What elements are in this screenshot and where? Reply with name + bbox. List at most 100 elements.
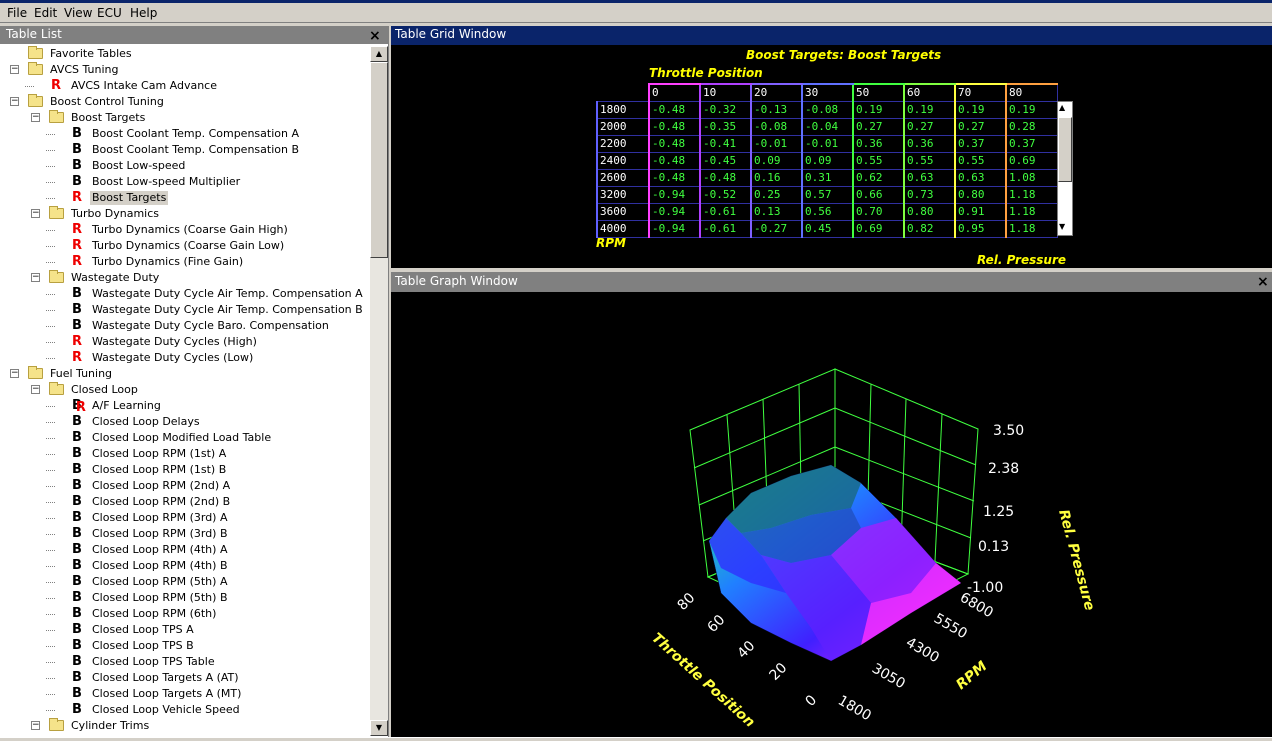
tree-item[interactable]: B Boost Coolant Temp. Compensation B (0, 142, 370, 158)
tree-item-label[interactable]: Wastegate Duty Cycle Baro. Compensation (90, 319, 331, 333)
collapse-icon[interactable]: − (31, 273, 40, 282)
tree-item-label[interactable]: Closed Loop RPM (5th) B (90, 591, 230, 605)
grid-cell[interactable]: 0.09 (750, 151, 803, 170)
collapse-icon[interactable]: − (10, 65, 19, 74)
grid-cell[interactable]: 0.91 (954, 202, 1007, 221)
scroll-down-icon[interactable]: ▼ (1059, 222, 1065, 231)
grid-cell[interactable]: -0.13 (750, 100, 803, 119)
tree-folder[interactable]: − Cylinder Trims (0, 718, 370, 734)
grid-cell[interactable]: -0.35 (699, 117, 752, 136)
tree-item-label[interactable]: Closed Loop RPM (3rd) A (90, 511, 230, 525)
tree-item-label[interactable]: Closed Loop RPM (1st) A (90, 447, 228, 461)
grid-cell[interactable]: 0.82 (903, 219, 956, 238)
grid-cell[interactable]: 0.09 (801, 151, 854, 170)
grid-cell[interactable]: -0.08 (750, 117, 803, 136)
tree-item[interactable]: B Closed Loop RPM (1st) A (0, 446, 370, 462)
tree-item[interactable]: BR A/F Learning (0, 398, 370, 415)
grid-cell[interactable]: 0.27 (903, 117, 956, 136)
tree-item[interactable]: B Boost Low-speed (0, 158, 370, 174)
grid-cell[interactable]: 0.55 (852, 151, 905, 170)
menu-edit[interactable]: Edit (31, 5, 60, 21)
grid-cell[interactable]: 0.62 (852, 168, 905, 187)
grid-cell[interactable]: 0.28 (1005, 117, 1058, 136)
tree-item[interactable]: R Wastegate Duty Cycles (Low) (0, 350, 370, 366)
tree-item-label[interactable]: Closed Loop (69, 383, 140, 397)
grid-cell[interactable]: 0.95 (954, 219, 1007, 238)
tree-item-label[interactable]: Turbo Dynamics (Coarse Gain High) (90, 223, 290, 237)
grid-cell[interactable]: -0.52 (699, 185, 752, 204)
tree-item[interactable]: B Wastegate Duty Cycle Air Temp. Compensa… (0, 286, 370, 302)
tree-folder[interactable]: − Boost Control Tuning (0, 94, 370, 110)
tree-item[interactable]: R Boost Targets (0, 190, 370, 206)
grid-cell[interactable]: 0.36 (903, 134, 956, 153)
tree-item[interactable]: R Wastegate Duty Cycles (High) (0, 334, 370, 350)
grid-row-header[interactable]: 2400 (596, 151, 650, 170)
grid-cell[interactable]: 0.13 (750, 202, 803, 221)
surface-graph[interactable]: 3.50 2.38 1.25 0.13 -1.00 1800 3050 4300… (391, 293, 1272, 737)
tree-item-label[interactable]: Boost Coolant Temp. Compensation B (90, 143, 301, 157)
tree-item-label[interactable]: Turbo Dynamics (Fine Gain) (90, 255, 245, 269)
grid-row-header[interactable]: 2000 (596, 117, 650, 136)
grid-cell[interactable]: 0.69 (852, 219, 905, 238)
grid-cell[interactable]: 0.25 (750, 185, 803, 204)
scroll-down-icon[interactable]: ▼ (370, 720, 388, 736)
tree-folder[interactable]: − Turbo Dynamics (0, 206, 370, 222)
tree-item[interactable]: B Closed Loop RPM (1st) B (0, 462, 370, 478)
tree-item-label[interactable]: Turbo Dynamics (Coarse Gain Low) (90, 239, 286, 253)
grid-cell[interactable]: 0.80 (954, 185, 1007, 204)
tree-item-label[interactable]: Turbo Dynamics (69, 207, 161, 221)
tree-item[interactable]: B Closed Loop RPM (3rd) B (0, 526, 370, 542)
tree-item[interactable]: B Closed Loop RPM (2nd) A (0, 478, 370, 494)
tree-item-label[interactable]: Closed Loop RPM (3rd) B (90, 527, 230, 541)
grid-cell[interactable]: -0.48 (699, 168, 752, 187)
grid-cell[interactable]: -0.45 (699, 151, 752, 170)
tree-item-label[interactable]: Closed Loop Targets A (AT) (90, 671, 241, 685)
tree-item-label[interactable]: Closed Loop TPS Table (90, 655, 217, 669)
grid-cell[interactable]: -0.48 (648, 100, 701, 119)
grid-column-header[interactable]: 20 (750, 83, 803, 102)
tree-item-label[interactable]: Favorite Tables (48, 47, 134, 61)
tree-item[interactable]: B Closed Loop RPM (6th) (0, 606, 370, 622)
table-list-scrollbar[interactable]: ▲ ▼ (370, 46, 388, 736)
tree-item[interactable]: R Turbo Dynamics (Coarse Gain High) (0, 222, 370, 238)
tree-item[interactable]: B Wastegate Duty Cycle Air Temp. Compensa… (0, 302, 370, 318)
grid-cell[interactable]: -0.94 (648, 202, 701, 221)
tree-item-label[interactable]: Wastegate Duty Cycle Air Temp. Compensat… (90, 303, 365, 317)
tree-item[interactable]: B Closed Loop RPM (4th) B (0, 558, 370, 574)
close-icon[interactable]: × (1257, 275, 1269, 289)
collapse-icon[interactable]: − (10, 97, 19, 106)
grid-cell[interactable]: -0.08 (801, 100, 854, 119)
collapse-icon[interactable]: − (10, 369, 19, 378)
grid-column-header[interactable]: 70 (954, 83, 1007, 102)
grid-row-header[interactable]: 2600 (596, 168, 650, 187)
tree-item-label[interactable]: Closed Loop RPM (1st) B (90, 463, 228, 477)
boost-targets-grid[interactable]: 0 10 20 30 50 60 70 80 1800 -0.48 -0.32 -0.13 -0.08 0… (596, 83, 1058, 238)
collapse-icon[interactable]: − (31, 113, 40, 122)
tree-item-label[interactable]: Boost Low-speed (90, 159, 187, 173)
tree-item-label[interactable]: Closed Loop Modified Load Table (90, 431, 273, 445)
grid-cell[interactable]: 0.57 (801, 185, 854, 204)
tree-item-label[interactable]: Cylinder Trims (69, 719, 151, 733)
grid-cell[interactable]: -0.27 (750, 219, 803, 238)
grid-cell[interactable]: -0.94 (648, 185, 701, 204)
tree-item-label[interactable]: Boost Targets (90, 191, 169, 205)
grid-cell[interactable]: 0.56 (801, 202, 854, 221)
tree-item[interactable]: B Boost Coolant Temp. Compensation A (0, 126, 370, 142)
tree-item[interactable]: B Closed Loop RPM (3rd) A (0, 510, 370, 526)
tree-item-label[interactable]: AVCS Intake Cam Advance (69, 79, 219, 93)
tree-item-label[interactable]: Closed Loop RPM (2nd) A (90, 479, 232, 493)
grid-column-header[interactable]: 50 (852, 83, 905, 102)
tree-item-label[interactable]: Closed Loop Targets A (MT) (90, 687, 243, 701)
grid-cell[interactable]: 0.55 (903, 151, 956, 170)
tree-item-label[interactable]: Wastegate Duty Cycles (Low) (90, 351, 255, 365)
tree-item[interactable]: B Closed Loop TPS A (0, 622, 370, 638)
grid-scrollbar-thumb[interactable] (1058, 117, 1072, 182)
tree-item-label[interactable]: Closed Loop RPM (5th) A (90, 575, 229, 589)
grid-column-header[interactable]: 60 (903, 83, 956, 102)
grid-cell[interactable]: 0.63 (903, 168, 956, 187)
grid-cell[interactable]: 0.27 (954, 117, 1007, 136)
grid-cell[interactable]: -0.48 (648, 134, 701, 153)
tree-item-label[interactable]: Boost Coolant Temp. Compensation A (90, 127, 301, 141)
grid-cell[interactable]: 0.37 (954, 134, 1007, 153)
tree-item-label[interactable]: Closed Loop Vehicle Speed (90, 703, 242, 717)
